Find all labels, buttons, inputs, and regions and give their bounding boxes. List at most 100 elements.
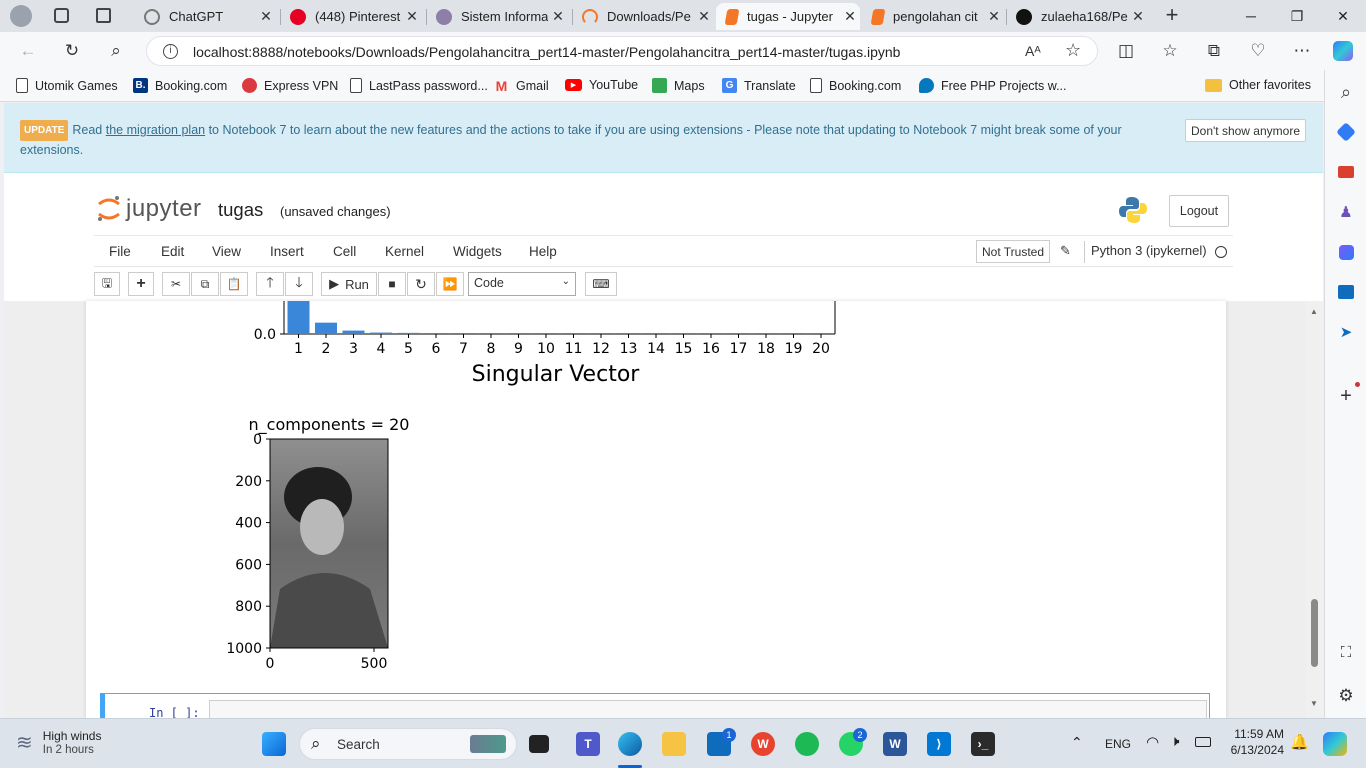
close-icon[interactable]: ✕ [548, 8, 568, 25]
tab-pengolahan-citra[interactable]: pengolahan cit ✕ [862, 3, 1004, 30]
search-icon[interactable]: ⌕ [1336, 82, 1356, 102]
favorite-booking[interactable]: B. Booking.com [133, 78, 227, 93]
edge-icon[interactable] [618, 732, 642, 756]
close-icon[interactable]: ✕ [694, 8, 714, 25]
menu-help[interactable]: Help [529, 244, 557, 259]
close-icon[interactable]: ✕ [840, 8, 860, 25]
logout-button[interactable]: Logout [1169, 195, 1229, 227]
close-icon[interactable]: ✕ [256, 8, 276, 25]
scroll-thumb[interactable] [1311, 599, 1318, 667]
menu-kernel[interactable]: Kernel [385, 244, 424, 259]
code-input[interactable] [209, 700, 1207, 718]
favorite-maps[interactable]: Maps [652, 78, 705, 93]
next-code-cell[interactable]: In [ ]: [100, 693, 1210, 718]
favorite-gmail[interactable]: M Gmail [494, 78, 549, 94]
favorite-star-icon[interactable]: ☆ [1065, 40, 1081, 61]
scrollbar[interactable]: ▲ ▼ [1306, 301, 1323, 718]
info-icon[interactable]: i [163, 44, 178, 59]
wifi-icon[interactable]: ◠ [1146, 733, 1159, 751]
terminal-icon[interactable]: ›_ [971, 732, 995, 756]
restore-button[interactable]: ❐ [1274, 0, 1320, 32]
jupyter-logo[interactable]: jupyter [96, 195, 202, 223]
insert-cell-button[interactable]: + [128, 272, 154, 296]
tab-sistem-informasi[interactable]: Sistem Informa ✕ [426, 3, 568, 30]
menu-cell[interactable]: Cell [333, 244, 356, 259]
outlook-icon[interactable] [1336, 282, 1356, 302]
favorite-translate[interactable]: G Translate [722, 78, 796, 93]
search-icon[interactable]: ⌕ [102, 38, 130, 64]
word-icon[interactable]: W [883, 732, 907, 756]
teams-icon[interactable]: T [576, 732, 600, 756]
migration-plan-link[interactable]: the migration plan [106, 123, 205, 137]
screenshot-icon[interactable]: ⛶ [1336, 642, 1356, 662]
scroll-down-arrow[interactable]: ▼ [1310, 699, 1318, 708]
favorite-lastpass[interactable]: LastPass password... [350, 78, 488, 93]
split-screen-icon[interactable]: ◫ [1112, 38, 1140, 64]
start-button[interactable] [262, 732, 286, 756]
tab-actions-icon[interactable] [96, 8, 111, 23]
copilot-preview-icon[interactable] [1323, 732, 1347, 756]
tab-github[interactable]: zulaeha168/Pe ✕ [1006, 3, 1148, 30]
paste-button[interactable]: 📋 [220, 272, 248, 296]
cut-button[interactable]: ✂ [162, 272, 190, 296]
edit-pencil-icon[interactable]: ✎ [1060, 243, 1071, 259]
tab-tugas-jupyter[interactable]: tugas - Jupyter ✕ [716, 3, 860, 30]
add-icon[interactable]: + [1336, 385, 1356, 407]
move-down-button[interactable]: 🡓 [285, 272, 313, 296]
workspaces-icon[interactable] [54, 8, 69, 23]
notification-bell-icon[interactable]: 🔔 [1290, 733, 1309, 751]
show-hidden-icons[interactable]: ⌃ [1071, 734, 1083, 751]
close-icon[interactable]: ✕ [984, 8, 1004, 25]
taskbar-search[interactable]: ⌕ Search [299, 728, 517, 760]
menu-insert[interactable]: Insert [270, 244, 304, 259]
favorite-express-vpn[interactable]: Express VPN [242, 78, 338, 93]
volume-mute-icon[interactable]: 🕨 [1170, 733, 1179, 750]
spotify-icon[interactable] [795, 732, 819, 756]
shopping-tag-icon[interactable] [1336, 122, 1356, 142]
more-menu-icon[interactable]: ⋯ [1288, 38, 1316, 64]
notebook-name[interactable]: tugas [218, 199, 263, 221]
dont-show-anymore-button[interactable]: Don't show anymore [1185, 119, 1306, 142]
profile-icon[interactable] [10, 5, 32, 27]
scroll-up-arrow[interactable]: ▲ [1310, 307, 1318, 316]
performance-icon[interactable]: ♡ [1244, 38, 1272, 64]
restart-run-all-button[interactable]: ⏩ [436, 272, 464, 296]
menu-file[interactable]: File [109, 244, 131, 259]
favorite-utomik-games[interactable]: Utomik Games [16, 78, 118, 93]
battery-icon[interactable] [1195, 737, 1211, 747]
not-trusted-button[interactable]: Not Trusted [976, 240, 1050, 263]
tab-pinterest[interactable]: (448) Pinterest ✕ [280, 3, 422, 30]
run-button[interactable]: ▶ Run [321, 272, 377, 296]
new-tab-button[interactable]: + [1160, 2, 1184, 30]
other-favorites[interactable]: Other favorites [1205, 78, 1311, 92]
menu-view[interactable]: View [212, 244, 241, 259]
save-button[interactable]: 🖫 [94, 272, 120, 296]
restart-button[interactable]: ↻ [407, 272, 435, 296]
vscode-icon[interactable]: ⟩ [927, 732, 951, 756]
menu-widgets[interactable]: Widgets [453, 244, 502, 259]
clock[interactable]: 11:59 AM 6/13/2024 [1222, 727, 1284, 757]
tab-chatgpt[interactable]: ChatGPT ✕ [134, 3, 276, 30]
close-window-button[interactable]: ✕ [1320, 0, 1366, 32]
wps-office-icon[interactable]: W [751, 732, 775, 756]
weather-widget[interactable]: ≋ High winds In 2 hours [16, 729, 101, 756]
language-indicator[interactable]: ENG [1105, 737, 1131, 751]
task-view-icon[interactable] [529, 735, 549, 753]
favorite-youtube[interactable]: ▶ YouTube [565, 78, 638, 92]
tab-downloads[interactable]: Downloads/Pe ✕ [572, 3, 714, 30]
file-explorer-icon[interactable] [662, 732, 686, 756]
move-up-button[interactable]: 🡑 [256, 272, 284, 296]
settings-icon[interactable]: ⚙ [1336, 686, 1356, 706]
favorites-icon[interactable]: ☆ [1156, 38, 1184, 64]
command-palette-button[interactable]: ⌨ [585, 272, 617, 296]
read-aloud-icon[interactable]: Aᴬ [1025, 43, 1041, 59]
microsoft365-icon[interactable] [1336, 242, 1356, 262]
send-icon[interactable]: ➤ [1336, 322, 1356, 342]
tools-icon[interactable] [1336, 162, 1356, 182]
kernel-name[interactable]: Python 3 (ipykernel) [1091, 243, 1207, 258]
collections-icon[interactable]: ⧉ [1200, 38, 1228, 64]
copilot-icon[interactable] [1333, 41, 1353, 61]
close-icon[interactable]: ✕ [1128, 8, 1148, 25]
games-icon[interactable]: ♟ [1336, 202, 1356, 222]
url-field[interactable]: i localhost:8888/notebooks/Downloads/Pen… [146, 36, 1098, 66]
